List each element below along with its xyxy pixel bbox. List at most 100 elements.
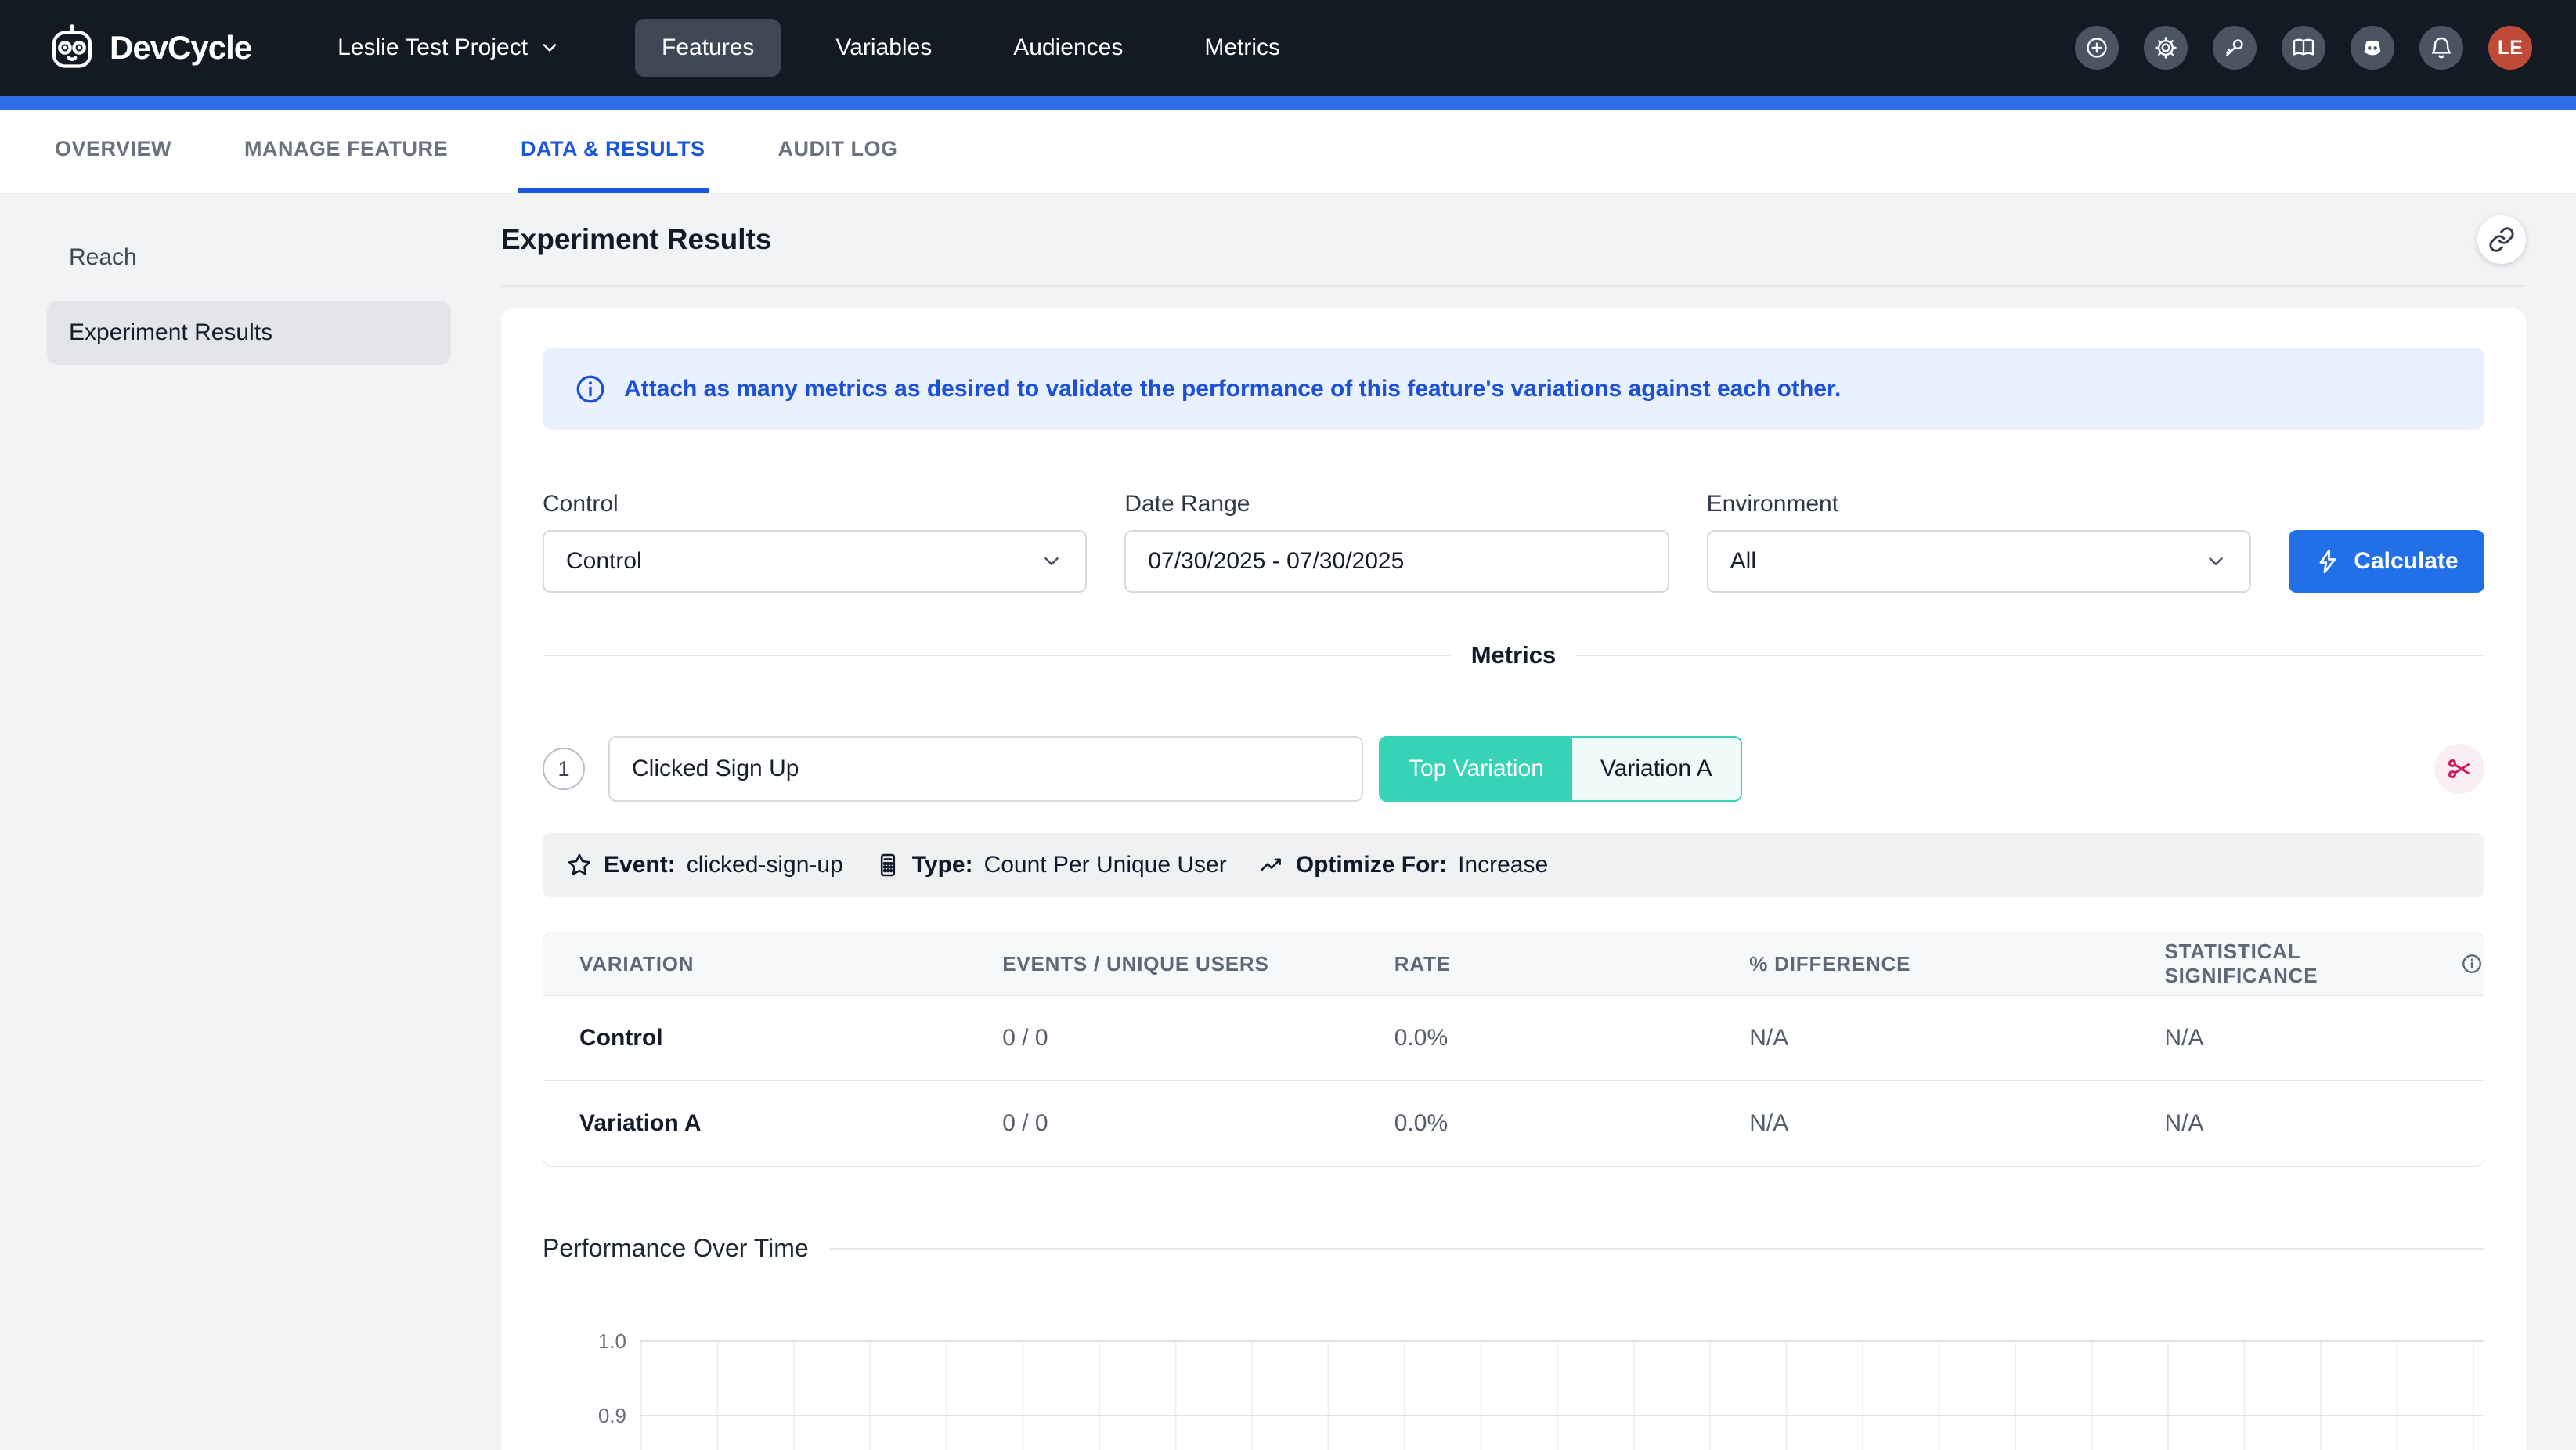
info-banner: Attach as many metrics as desired to val… [543, 348, 2484, 430]
nav-item-variables[interactable]: Variables [809, 19, 958, 77]
devcycle-robot-logo-icon [47, 23, 97, 73]
info-circle-icon[interactable] [2460, 952, 2484, 976]
optimize-label: Optimize For: [1296, 852, 1447, 878]
cell-variation: Control [543, 995, 966, 1080]
chevron-down-icon [539, 37, 561, 59]
banner-text: Attach as many metrics as desired to val… [624, 376, 1841, 402]
results-sidebar: Reach Experiment Results [0, 194, 501, 365]
remove-metric-button[interactable] [2434, 744, 2484, 794]
tab-data-results[interactable]: DATA & RESULTS [518, 137, 709, 193]
y-tick-0-9: 0.9 [598, 1404, 626, 1428]
plus-circle-icon [2084, 35, 2109, 60]
chart-plot-area [640, 1340, 2484, 1450]
chart-y-axis: 1.0 0.9 [543, 1340, 640, 1450]
cell-significance: N/A [2129, 995, 2484, 1080]
cell-rate: 0.0% [1358, 1080, 1713, 1166]
key-icon [2222, 35, 2247, 60]
metric-details-strip: Event: clicked-sign-up Type: Count Per U… [543, 833, 2484, 897]
date-range-label: Date Range [1124, 491, 1669, 518]
event-chip: Event: clicked-sign-up [566, 852, 843, 878]
type-value: Count Per Unique User [984, 852, 1227, 878]
cell-events: 0 / 0 [966, 1080, 1358, 1166]
star-icon [566, 852, 593, 878]
event-label: Event: [604, 852, 676, 878]
metrics-divider: Metrics [543, 641, 2484, 669]
notifications-button[interactable] [2419, 26, 2463, 70]
tab-manage-feature[interactable]: MANAGE FEATURE [241, 137, 451, 193]
metric-row: 1 Clicked Sign Up Top Variation Variatio… [543, 736, 2484, 802]
performance-section-header: Performance Over Time [543, 1234, 2484, 1263]
cell-significance: N/A [2129, 1080, 2484, 1166]
discord-icon [2360, 35, 2385, 60]
toggle-top-variation[interactable]: Top Variation [1380, 738, 1572, 800]
optimize-value: Increase [1458, 852, 1548, 878]
project-name: Leslie Test Project [337, 34, 528, 61]
main-content: Experiment Results Attach as many metric [501, 194, 2526, 1450]
col-significance: STATISTICAL SIGNIFICANCE [2129, 932, 2484, 995]
optimize-chip: Optimize For: Increase [1258, 852, 1548, 878]
control-filter: Control Control [543, 491, 1087, 593]
date-range-input[interactable]: 07/30/2025 - 07/30/2025 [1124, 530, 1669, 593]
section-divider-line [829, 1248, 2484, 1250]
col-events: EVENTS / UNIQUE USERS [966, 932, 1358, 995]
event-value: clicked-sign-up [687, 852, 843, 878]
page-title: Experiment Results [501, 223, 771, 256]
sidebar-item-experiment-results[interactable]: Experiment Results [47, 301, 451, 365]
tab-audit-log[interactable]: AUDIT LOG [775, 137, 901, 193]
bell-icon [2429, 35, 2454, 60]
calculator-icon [875, 852, 901, 878]
y-tick-1-0: 1.0 [598, 1329, 626, 1354]
brand-name: DevCycle [110, 29, 251, 67]
performance-title: Performance Over Time [543, 1234, 809, 1263]
sidebar-item-reach[interactable]: Reach [47, 225, 451, 290]
table-row-control: Control 0 / 0 0.0% N/A N/A [543, 995, 2484, 1080]
chevron-down-icon [2204, 550, 2228, 573]
main-header: Experiment Results [501, 194, 2526, 287]
project-selector[interactable]: Leslie Test Project [337, 34, 561, 61]
nav-item-features[interactable]: Features [635, 19, 781, 77]
metric-name-input[interactable]: Clicked Sign Up [608, 736, 1363, 802]
date-range-filter: Date Range 07/30/2025 - 07/30/2025 [1124, 491, 1669, 593]
chevron-down-icon [1040, 550, 1063, 573]
discord-button[interactable] [2351, 26, 2394, 70]
environment-select-value: All [1730, 548, 1756, 575]
docs-button[interactable] [2282, 26, 2325, 70]
type-chip: Type: Count Per Unique User [875, 852, 1227, 878]
control-select[interactable]: Control [543, 530, 1087, 593]
calculate-button[interactable]: Calculate [2289, 530, 2484, 593]
environment-select[interactable]: All [1707, 530, 2251, 593]
lightning-bolt-icon [2314, 548, 2341, 575]
gridline-1-0 [640, 1340, 2484, 1342]
api-keys-button[interactable] [2213, 26, 2257, 70]
results-table: VARIATION EVENTS / UNIQUE USERS RATE % D… [543, 932, 2484, 1167]
nav-item-metrics[interactable]: Metrics [1178, 19, 1307, 77]
open-book-icon [2291, 35, 2316, 60]
trend-up-icon [1258, 852, 1285, 878]
cell-difference: N/A [1713, 1080, 2128, 1166]
link-icon [2488, 226, 2515, 253]
tab-overview[interactable]: OVERVIEW [52, 137, 175, 193]
user-avatar[interactable]: LE [2488, 26, 2532, 70]
environment-label: Environment [1707, 491, 2251, 518]
copy-link-button[interactable] [2477, 215, 2526, 264]
info-circle-icon [574, 373, 607, 406]
calculate-label: Calculate [2354, 548, 2458, 575]
scissors-icon [2445, 755, 2473, 783]
toggle-variation-a[interactable]: Variation A [1572, 738, 1741, 800]
experiment-results-card: Attach as many metrics as desired to val… [501, 308, 2526, 1450]
cell-variation: Variation A [543, 1080, 966, 1166]
nav-actions: LE [2075, 26, 2532, 70]
settings-button[interactable] [2144, 26, 2188, 70]
nav-item-audiences[interactable]: Audiences [987, 19, 1149, 77]
control-select-value: Control [566, 548, 642, 575]
col-difference: % DIFFERENCE [1713, 932, 2128, 995]
table-row-variation-a: Variation A 0 / 0 0.0% N/A N/A [543, 1080, 2484, 1166]
divider-line [1576, 655, 2484, 656]
metric-index-badge: 1 [543, 748, 585, 790]
cell-difference: N/A [1713, 995, 2128, 1080]
add-button[interactable] [2075, 26, 2119, 70]
brand[interactable]: DevCycle [47, 23, 251, 73]
gear-icon [2153, 35, 2178, 60]
col-variation: VARIATION [543, 932, 966, 995]
nav-links: Features Variables Audiences Metrics [635, 19, 1307, 77]
